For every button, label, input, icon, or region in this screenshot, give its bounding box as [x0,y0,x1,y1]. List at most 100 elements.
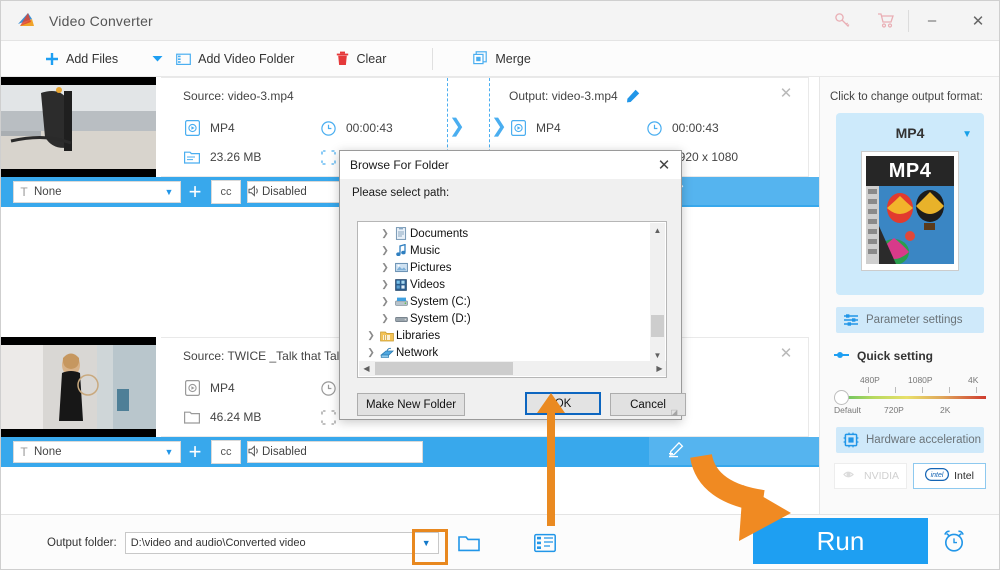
tree-item-pictures[interactable]: ❯ Pictures [358,259,666,276]
chevron-right-icon[interactable]: ❯ [378,296,392,307]
tree-item-documents[interactable]: ❯ Documents [358,225,666,242]
scrollbar-thumb[interactable] [651,315,664,337]
rename-output-icon[interactable] [626,89,640,106]
add-subtitle-button[interactable]: + [181,437,209,467]
quick-setting-label: Quick setting [857,349,934,363]
tree-horizontal-scrollbar[interactable]: ◀ ▶ [359,361,666,376]
format-preview-thumbnail: MP4 [861,151,959,271]
merge-button[interactable]: Merge [473,41,531,77]
add-files-dropdown[interactable] [152,41,170,77]
chevron-right-icon: ❯ [449,116,465,137]
videos-icon [392,278,410,291]
chevron-right-icon[interactable]: ❯ [378,228,392,239]
drive-icon [392,313,410,324]
closed-caption-button[interactable]: cc [211,180,241,204]
tree-item-label: Documents [410,227,469,240]
thumbnail-image [1,345,156,429]
remove-row-button[interactable]: ✕ [778,346,794,363]
source-title: Source: TWICE _Talk that Talk_ M [183,349,366,363]
music-icon [392,244,410,257]
dialog-title: Browse For Folder [350,158,449,172]
cart-icon[interactable] [864,1,908,41]
gpu-intel-toggle[interactable]: intel Intel [913,463,986,489]
clear-button[interactable]: Clear [336,41,386,77]
toolbar-divider [432,47,434,70]
slider-tick-mark [868,387,869,393]
video-thumbnail[interactable] [1,77,156,177]
output-duration: 00:00:43 [645,119,719,137]
speaker-icon [248,444,262,460]
tree-item-libraries[interactable]: ❯ Libraries [358,327,666,344]
ok-button[interactable]: OK [525,392,601,415]
run-button[interactable]: Run [753,518,928,564]
nvidia-icon [842,469,859,483]
add-subtitle-button[interactable]: + [181,177,209,207]
open-folder-icon[interactable] [445,515,493,570]
output-folder-label: Output folder: [47,536,117,549]
chevron-right-icon[interactable]: ❯ [378,245,392,256]
add-files-label: Add Files [66,51,119,66]
thumbnail-image [1,85,156,169]
tree-item-music[interactable]: ❯ Music [358,242,666,259]
scroll-right-icon[interactable]: ▶ [652,364,666,373]
key-icon[interactable] [820,1,864,41]
chevron-right-icon: ❯ [491,116,507,137]
chevron-right-icon[interactable]: ❯ [364,347,378,358]
source-size-value: 46.24 MB [210,410,262,424]
output-preview-icon[interactable] [521,515,569,570]
add-files-button[interactable]: Add Files [45,41,118,77]
row-edit-bar[interactable] [649,437,819,465]
change-format-label: Click to change output format: [830,91,983,103]
scroll-up-icon[interactable]: ▲ [650,223,665,238]
chevron-down-icon[interactable]: ▼ [962,129,972,140]
chevron-right-icon[interactable]: ❯ [378,279,392,290]
tree-item-videos[interactable]: ❯ Videos [358,276,666,293]
audio-select[interactable]: Disabled [247,441,423,463]
slider-tick-480p: 480P [860,375,880,385]
gpu-nvidia-toggle[interactable]: NVIDIA [834,463,907,489]
chip-icon [836,432,866,448]
schedule-alarm-icon[interactable] [941,528,967,557]
folder-tree[interactable]: ❯ Documents ❯ Music ❯ Pictures ❯ Videos … [357,221,667,378]
minimize-button[interactable]: – [909,1,955,41]
chevron-right-icon[interactable]: ❯ [378,262,392,273]
slider-handle[interactable] [834,390,849,405]
output-folder-dropdown[interactable]: ▼ [411,528,448,565]
dialog-close-icon[interactable]: ✕ [647,151,681,179]
output-settings-sidebar: Click to change output format: MP4 ▼ MP4 [819,77,999,514]
slider-track[interactable] [842,396,986,399]
hardware-acceleration-button[interactable]: Hardware acceleration [836,427,984,453]
output-format-card[interactable]: MP4 ▼ MP4 [836,113,984,295]
parameter-settings-button[interactable]: Parameter settings [836,307,984,333]
slider-tick-mark [949,387,950,393]
edit-icon[interactable] [667,441,685,461]
resize-grip-icon[interactable]: ◪ [670,408,678,417]
app-logo-icon [15,10,37,32]
scrollbar-thumb[interactable] [375,362,513,375]
source-size-value: 23.26 MB [210,150,262,164]
chevron-right-icon[interactable]: ❯ [378,313,392,324]
subtitle-select[interactable]: T None ▼ [13,441,181,463]
format-preview-image [866,186,954,264]
subtitle-select[interactable]: T None ▼ [13,181,181,203]
tree-item-label: Music [410,244,441,257]
title-bar: Video Converter – ✕ [1,1,999,41]
resolution-icon [319,408,337,426]
chevron-right-icon[interactable]: ❯ [364,330,378,341]
tree-item-system-d[interactable]: ❯ System (D:) [358,310,666,327]
output-folder-input[interactable]: D:\video and audio\Converted video [124,531,415,554]
remove-row-button[interactable]: ✕ [778,86,794,103]
close-button[interactable]: ✕ [955,1,999,41]
slider-tick-4k: 4K [968,375,979,385]
tree-item-network[interactable]: ❯ Network [358,344,666,361]
scroll-left-icon[interactable]: ◀ [359,364,374,373]
video-thumbnail[interactable] [1,337,156,437]
tree-item-system-c[interactable]: ❯ System (C:) [358,293,666,310]
make-new-folder-button[interactable]: Make New Folder [357,393,465,416]
tree-vertical-scrollbar[interactable]: ▲ ▼ [650,223,665,363]
libraries-icon [378,330,396,342]
quality-slider[interactable]: 480P 1080P 4K Default 720P 2K [834,375,986,421]
add-video-folder-button[interactable]: Add Video Folder [176,41,294,77]
closed-caption-button[interactable]: cc [211,440,241,464]
pictures-icon [392,262,410,273]
